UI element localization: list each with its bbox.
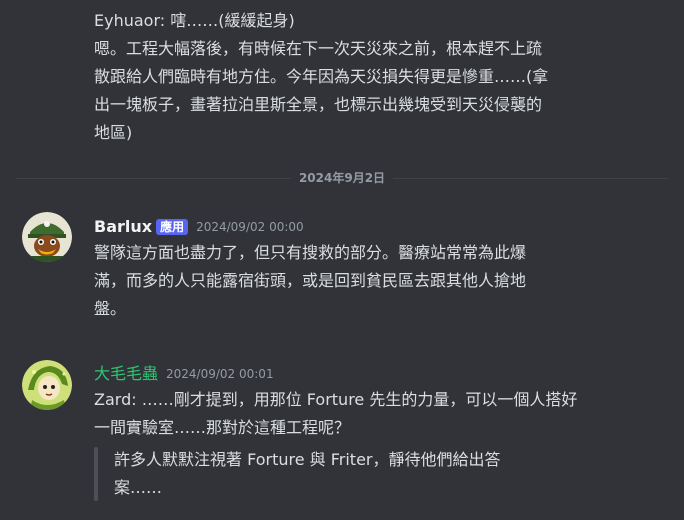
barlux-avatar[interactable] [22, 212, 72, 262]
message-text-line: 嗯。工程大幅落後，有時候在下一次天災來之前，根本趕不上疏 [94, 39, 543, 58]
divider-date: 2024年9月2日 [290, 169, 394, 187]
caterpillar-message-header: 大毛毛蟲 2024/09/02 00:01 [94, 363, 274, 385]
message-text-line: 一間實驗室……那對於這種工程呢？ [94, 418, 351, 437]
date-divider: 2024年9月2日 [16, 168, 668, 188]
message-text-line: 地區) [94, 123, 133, 142]
username[interactable]: Barlux [94, 216, 152, 238]
message-text-line: Zard: ……剛才提到，用那位 Forture 先生的力量，可以一個人搭好 [94, 390, 578, 409]
message-text-line: 出一塊板子，畫著拉泊里斯全景，也標示出幾塊受到天災侵襲的 [94, 95, 543, 114]
message-text-line: 盤。 [94, 299, 127, 318]
duck-soldier-avatar-icon [22, 212, 72, 262]
username[interactable]: 大毛毛蟲 [94, 363, 158, 385]
blockquote-bar [94, 447, 98, 501]
caterpillar-avatar[interactable] [22, 360, 72, 410]
message-text-line: 散跟給人們臨時有地方住。今年因為天災損失得更是慘重……(拿 [94, 67, 549, 86]
message-text-line: Eyhuaor: 嗐……(緩緩起身) [94, 11, 295, 30]
message-timestamp[interactable]: 2024/09/02 00:00 [196, 216, 304, 238]
message-timestamp[interactable]: 2024/09/02 00:01 [166, 363, 274, 385]
barlux-message-header: Barlux 應用 2024/09/02 00:00 [94, 216, 304, 238]
app-badge: 應用 [156, 219, 189, 235]
blockquote-line: 許多人默默注視著 Forture 與 Friter，靜待他們給出答 [114, 450, 501, 469]
message-text-line: 警隊這方面也盡力了，但只有搜救的部分。醫療站常常為此爆 [94, 243, 527, 262]
green-caterpillar-avatar-icon [22, 360, 72, 410]
chat-message-list: Eyhuaor: 嗐……(緩緩起身) 嗯。工程大幅落後，有時候在下一次天災來之前… [0, 0, 684, 520]
message-text-line: 滿，而多的人只能露宿街頭，或是回到貧民區去跟其他人搶地 [94, 271, 527, 290]
blockquote-line: 案…… [114, 478, 163, 497]
